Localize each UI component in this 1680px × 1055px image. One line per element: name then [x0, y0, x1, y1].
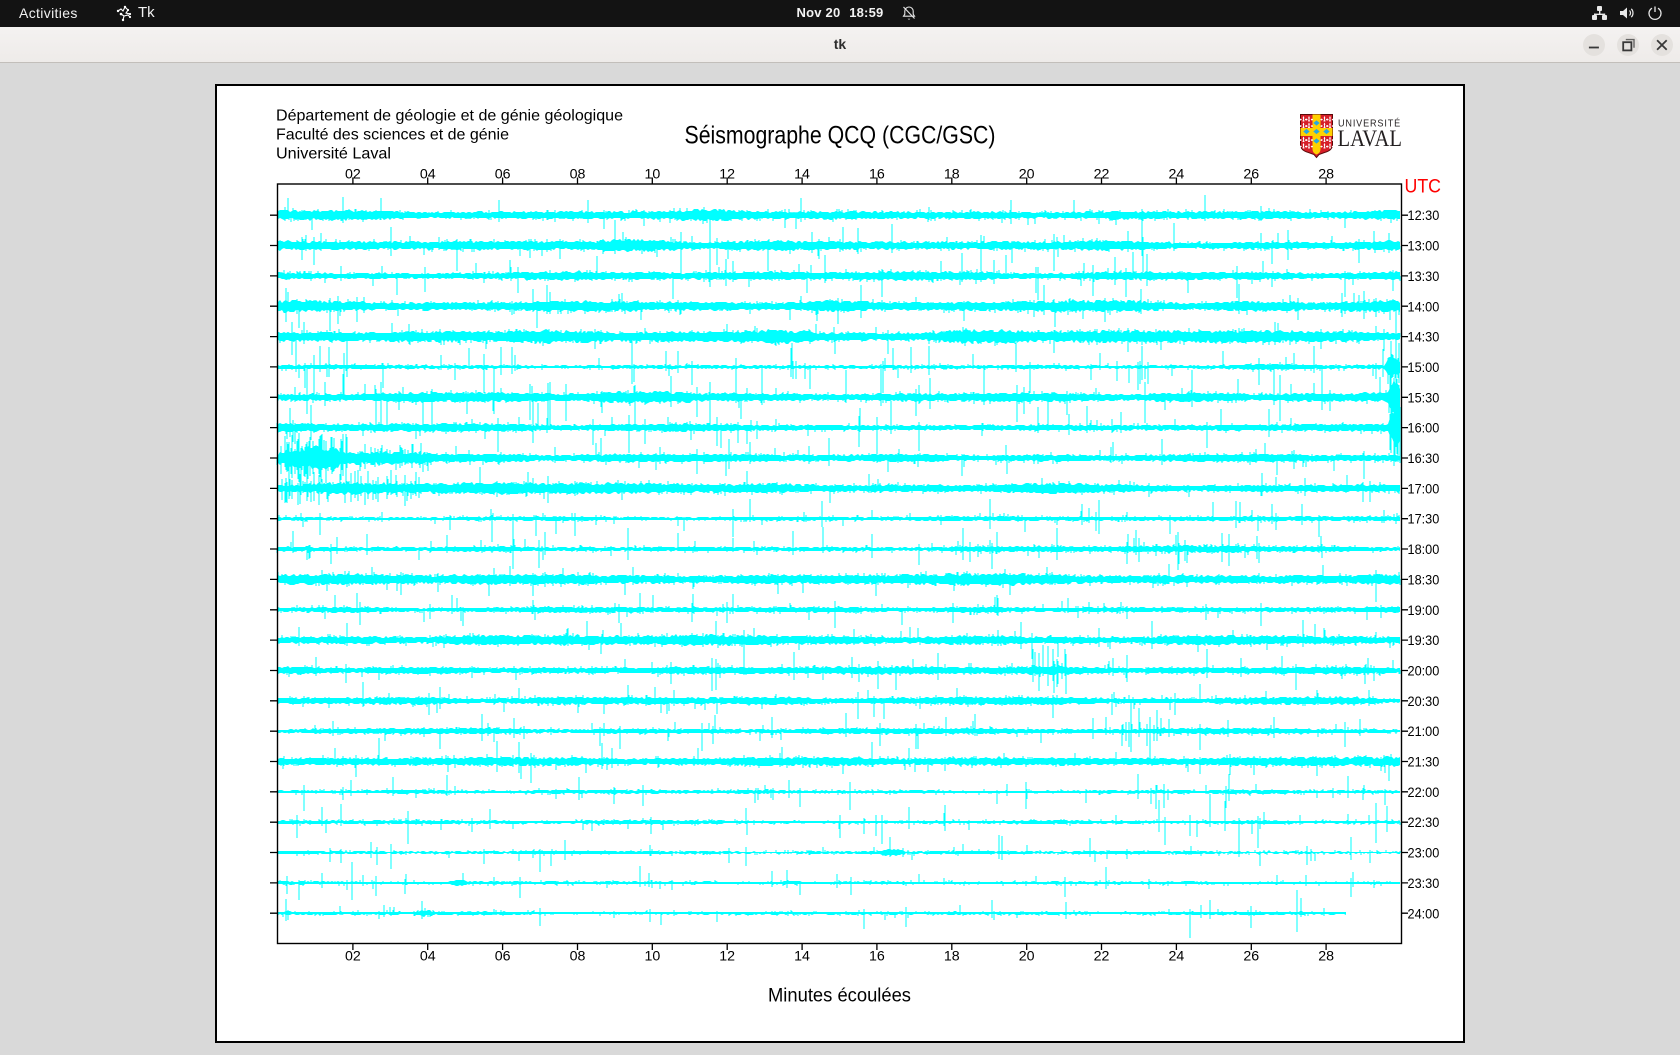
svg-text:19:30: 19:30: [1408, 633, 1440, 649]
svg-text:14:00: 14:00: [1408, 299, 1440, 315]
svg-text:12:30: 12:30: [1408, 208, 1440, 224]
svg-text:08: 08: [570, 949, 586, 965]
svg-text:18: 18: [944, 167, 960, 183]
svg-text:24: 24: [1169, 167, 1185, 183]
svg-text:Séismographe QCQ (CGC/GSC): Séismographe QCQ (CGC/GSC): [685, 122, 996, 150]
svg-text:10: 10: [644, 167, 660, 183]
svg-text:23:30: 23:30: [1408, 876, 1440, 892]
svg-text:18:00: 18:00: [1408, 542, 1440, 558]
svg-text:20: 20: [1019, 167, 1035, 183]
svg-text:20:00: 20:00: [1408, 663, 1440, 679]
svg-text:06: 06: [495, 167, 511, 183]
svg-text:24:00: 24:00: [1408, 906, 1440, 922]
svg-text:08: 08: [570, 167, 586, 183]
svg-text:UTC: UTC: [1405, 177, 1442, 198]
svg-text:28: 28: [1318, 167, 1334, 183]
svg-text:Faculté des sciences et de gén: Faculté des sciences et de génie: [276, 127, 509, 144]
svg-text:22: 22: [1094, 949, 1110, 965]
svg-text:Département de géologie et de: Département de géologie et de génie géol…: [276, 107, 623, 124]
svg-text:02: 02: [345, 167, 361, 183]
svg-text:20:30: 20:30: [1408, 694, 1440, 710]
svg-text:18:30: 18:30: [1408, 572, 1440, 588]
svg-text:22: 22: [1094, 167, 1110, 183]
svg-text:18: 18: [944, 949, 960, 965]
svg-text:20: 20: [1019, 949, 1035, 965]
svg-text:19:00: 19:00: [1408, 603, 1440, 619]
svg-text:04: 04: [420, 949, 436, 965]
svg-text:16: 16: [869, 949, 885, 965]
svg-text:17:00: 17:00: [1408, 481, 1440, 497]
svg-text:10: 10: [644, 949, 660, 965]
svg-text:22:00: 22:00: [1408, 785, 1440, 801]
svg-text:15:30: 15:30: [1408, 390, 1440, 406]
svg-text:04: 04: [420, 167, 436, 183]
svg-text:12: 12: [719, 167, 735, 183]
svg-text:28: 28: [1318, 949, 1334, 965]
svg-text:26: 26: [1243, 949, 1259, 965]
svg-text:14: 14: [794, 167, 810, 183]
svg-text:16:30: 16:30: [1408, 451, 1440, 467]
svg-text:17:30: 17:30: [1408, 512, 1440, 528]
svg-text:Minutes écoulées: Minutes écoulées: [768, 985, 911, 1007]
svg-text:24: 24: [1169, 949, 1185, 965]
svg-text:15:00: 15:00: [1408, 360, 1440, 376]
svg-text:21:30: 21:30: [1408, 755, 1440, 771]
svg-text:Université Laval: Université Laval: [276, 146, 391, 163]
svg-text:13:00: 13:00: [1408, 239, 1440, 255]
svg-text:06: 06: [495, 949, 511, 965]
svg-text:23:00: 23:00: [1408, 846, 1440, 862]
svg-text:LAVAL: LAVAL: [1338, 126, 1403, 151]
svg-text:21:00: 21:00: [1408, 724, 1440, 740]
svg-text:12: 12: [719, 949, 735, 965]
svg-text:14: 14: [794, 949, 810, 965]
svg-text:13:30: 13:30: [1408, 269, 1440, 285]
svg-text:02: 02: [345, 949, 361, 965]
svg-text:16: 16: [869, 167, 885, 183]
svg-text:26: 26: [1243, 167, 1259, 183]
svg-text:16:00: 16:00: [1408, 421, 1440, 437]
svg-text:14:30: 14:30: [1408, 330, 1440, 346]
svg-text:22:30: 22:30: [1408, 815, 1440, 831]
